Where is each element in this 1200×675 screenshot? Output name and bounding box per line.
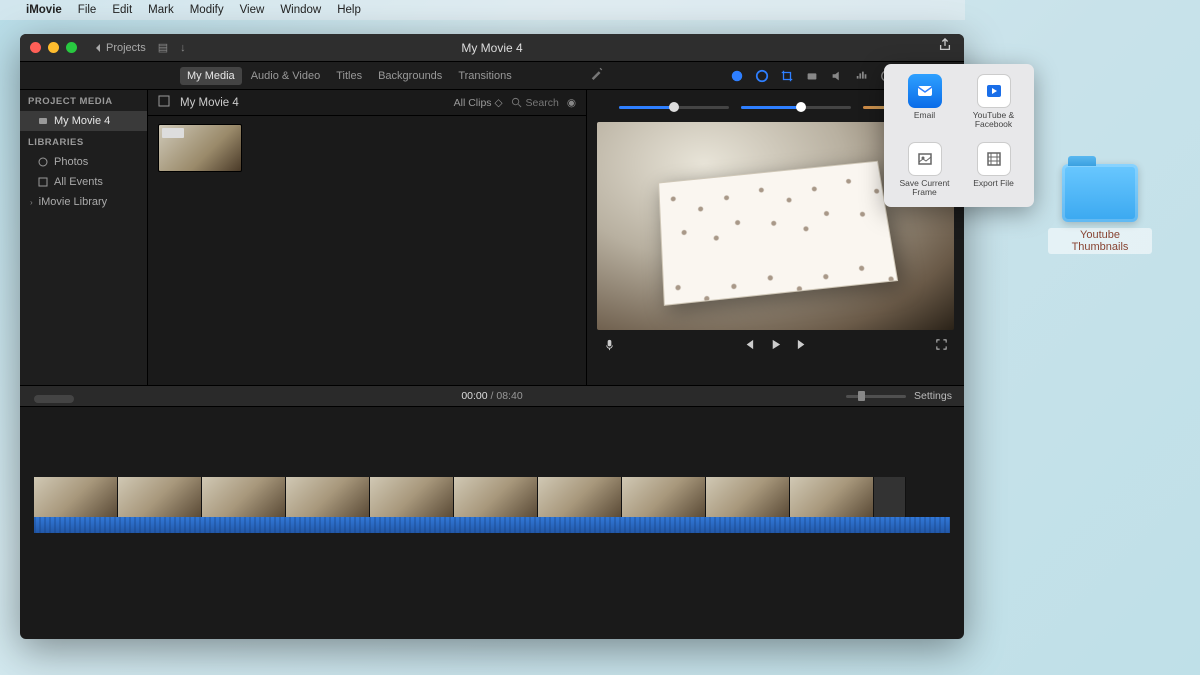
clip-thumbnail[interactable] (158, 124, 242, 172)
mail-icon (908, 74, 942, 108)
sidebar-events-label: All Events (54, 176, 103, 188)
noise-reduction-icon[interactable] (854, 68, 869, 83)
media-browser: My Movie 4 All Clips ◇ Search ◉ (148, 90, 586, 385)
timeline-clip[interactable] (538, 477, 622, 517)
next-button[interactable] (796, 338, 809, 356)
timeline-clip[interactable] (706, 477, 790, 517)
projects-label: Projects (106, 42, 146, 54)
macos-menubar: iMovie File Edit Mark Modify View Window… (0, 0, 965, 20)
events-icon (38, 177, 48, 187)
libraries-header: LIBRARIES (20, 131, 147, 152)
desktop-folder[interactable]: Youtube Thumbnails (1048, 164, 1152, 255)
folder-icon (1062, 164, 1138, 222)
sidebar-item-project[interactable]: My Movie 4 (20, 111, 147, 131)
share-popover: Email YouTube & Facebook Save Current Fr… (884, 64, 1034, 207)
menubar-edit[interactable]: Edit (112, 4, 132, 16)
photos-icon (38, 157, 48, 167)
tab-titles[interactable]: Titles (329, 67, 369, 85)
sidebar: PROJECT MEDIA My Movie 4 LIBRARIES Photo… (20, 90, 148, 385)
voiceover-icon[interactable] (603, 338, 616, 356)
brightness-slider[interactable] (741, 106, 851, 109)
close-button[interactable] (30, 42, 41, 53)
imovie-window: Projects ▤ ↓ My Movie 4 My Media Audio &… (20, 34, 964, 639)
audio-track[interactable] (34, 517, 950, 533)
share-email[interactable]: Email (890, 74, 959, 130)
import-icon[interactable]: ↓ (180, 42, 186, 54)
menubar-app[interactable]: iMovie (26, 4, 62, 16)
window-title: My Movie 4 (461, 41, 522, 55)
crop-icon[interactable] (779, 68, 794, 83)
sidebar-item-imovie-library[interactable]: › iMovie Library (20, 192, 147, 212)
timeline-clip[interactable] (286, 477, 370, 517)
frame-icon (908, 142, 942, 176)
clip-filter[interactable]: All Clips ◇ (454, 97, 503, 109)
titlebar: Projects ▤ ↓ My Movie 4 (20, 34, 964, 62)
menubar-mark[interactable]: Mark (148, 4, 174, 16)
share-youtube-facebook[interactable]: YouTube & Facebook (959, 74, 1028, 130)
timeline-toolbar: 00:00 / 08:40 Settings (20, 385, 964, 407)
menubar-view[interactable]: View (240, 4, 265, 16)
timeline-clip[interactable] (622, 477, 706, 517)
youtube-icon (977, 74, 1011, 108)
color-correction-icon[interactable] (754, 68, 769, 83)
browser-title: My Movie 4 (180, 97, 239, 109)
browser-settings-icon[interactable]: ◉ (567, 97, 576, 109)
share-button[interactable] (938, 38, 952, 57)
sidebar-item-photos[interactable]: Photos (20, 152, 147, 172)
project-media-header: PROJECT MEDIA (20, 90, 147, 111)
timeline-clip[interactable] (790, 477, 874, 517)
stabilization-icon[interactable] (804, 68, 819, 83)
prev-button[interactable] (742, 338, 755, 356)
film-icon (977, 142, 1011, 176)
traffic-lights (30, 42, 77, 53)
sidebar-project-label: My Movie 4 (54, 115, 110, 127)
tab-my-media[interactable]: My Media (180, 67, 242, 85)
timeline-scrollbar[interactable] (34, 395, 74, 403)
project-icon (38, 116, 48, 126)
timeline-clip[interactable] (454, 477, 538, 517)
minimize-button[interactable] (48, 42, 59, 53)
list-view-icon[interactable] (158, 95, 170, 110)
tab-backgrounds[interactable]: Backgrounds (371, 67, 449, 85)
library-toolbar: My Media Audio & Video Titles Background… (20, 62, 964, 90)
menubar-file[interactable]: File (78, 4, 97, 16)
share-save-frame[interactable]: Save Current Frame (890, 142, 959, 198)
fullscreen-icon[interactable] (935, 338, 948, 356)
settings-button[interactable]: Settings (914, 390, 952, 402)
tab-audio-video[interactable]: Audio & Video (244, 67, 328, 85)
timeline-clip[interactable] (370, 477, 454, 517)
search-field[interactable]: Search (511, 97, 559, 109)
zoom-slider[interactable] (846, 395, 906, 398)
current-time: 00:00 (461, 390, 487, 402)
folder-label: Youtube Thumbnails (1048, 228, 1152, 254)
menubar-modify[interactable]: Modify (190, 4, 224, 16)
timeline-clip[interactable] (118, 477, 202, 517)
playback-controls (587, 332, 964, 362)
wand-icon[interactable] (590, 66, 604, 85)
timeline-clip[interactable] (202, 477, 286, 517)
color-balance-icon[interactable] (729, 68, 744, 83)
menubar-window[interactable]: Window (280, 4, 321, 16)
share-export-file[interactable]: Export File (959, 142, 1028, 198)
sidebar-photos-label: Photos (54, 156, 88, 168)
shadows-slider[interactable] (619, 106, 729, 109)
total-time: 08:40 (496, 390, 522, 402)
play-button[interactable] (769, 338, 782, 356)
back-to-projects[interactable]: Projects (93, 42, 146, 54)
tab-transitions[interactable]: Transitions (451, 67, 518, 85)
maximize-button[interactable] (66, 42, 77, 53)
timeline-clip[interactable] (34, 477, 118, 517)
menubar-help[interactable]: Help (337, 4, 361, 16)
library-tabs: My Media Audio & Video Titles Background… (180, 67, 519, 85)
volume-icon[interactable] (829, 68, 844, 83)
sidebar-item-all-events[interactable]: All Events (20, 172, 147, 192)
search-placeholder: Search (526, 97, 559, 109)
sidebar-library-label: iMovie Library (39, 196, 107, 208)
timeline-clip[interactable] (874, 477, 906, 517)
library-list-icon[interactable]: ▤ (158, 41, 168, 54)
